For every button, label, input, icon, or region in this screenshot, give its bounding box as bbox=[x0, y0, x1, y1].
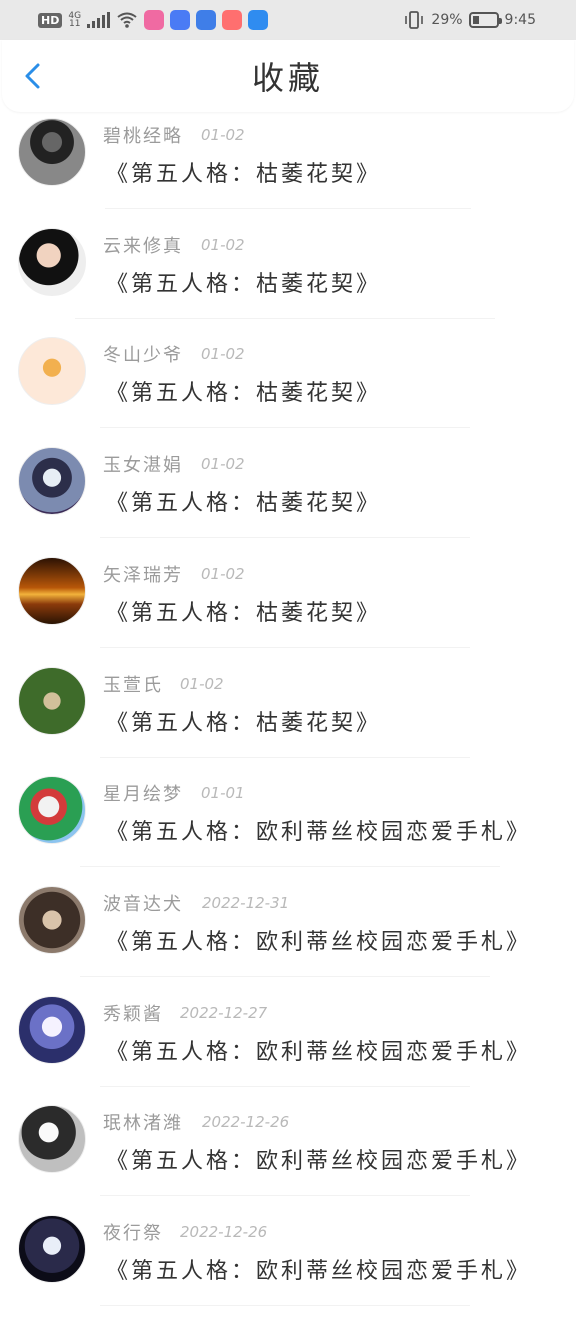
book-title[interactable]: 《第五人格：欧利蒂丝校园恋爱手札》 bbox=[106, 1034, 531, 1066]
cloud-app-icon bbox=[248, 10, 269, 30]
music-app-icon bbox=[170, 10, 191, 30]
favorite-date: 01-02 bbox=[201, 235, 245, 254]
user-name: 星月绘梦 bbox=[103, 784, 183, 806]
divider bbox=[100, 646, 470, 648]
signal-icon bbox=[87, 12, 111, 28]
avatar[interactable] bbox=[18, 337, 86, 406]
book-title[interactable]: 《第五人格：枯萎花契》 bbox=[106, 266, 381, 298]
book-title[interactable]: 《第五人格：枯萎花契》 bbox=[106, 156, 381, 188]
status-right: 29% 9:45 bbox=[403, 11, 536, 29]
back-arrow-icon[interactable] bbox=[20, 62, 48, 90]
user-name: 珉林渚潍 bbox=[103, 1113, 183, 1135]
avatar[interactable] bbox=[18, 1215, 86, 1283]
divider bbox=[100, 1195, 470, 1197]
divider bbox=[105, 208, 471, 209]
favorite-item[interactable]: 夜行祭 2022-12-26 《第五人格：欧利蒂丝校园恋爱手札》 bbox=[0, 1209, 576, 1319]
user-name: 波音达犬 bbox=[103, 893, 183, 915]
user-name: 矢泽瑞芳 bbox=[103, 564, 183, 586]
battery-icon bbox=[468, 12, 502, 28]
favorite-date: 01-02 bbox=[201, 345, 245, 364]
divider bbox=[100, 427, 470, 429]
favorite-date: 2022-12-26 bbox=[180, 1223, 268, 1241]
status-bar: HD 4G 11 29% 9:45 bbox=[0, 0, 576, 40]
status-left: HD 4G 11 bbox=[38, 10, 269, 30]
book-title[interactable]: 《第五人格：欧利蒂丝校园恋爱手札》 bbox=[106, 924, 531, 956]
favorite-date: 2022-12-31 bbox=[202, 893, 290, 912]
hd-indicator: HD bbox=[38, 12, 63, 28]
favorite-date: 2022-12-26 bbox=[202, 1113, 290, 1132]
divider bbox=[75, 317, 495, 319]
favorite-date: 01-02 bbox=[201, 564, 245, 583]
avatar[interactable] bbox=[18, 995, 86, 1064]
divider bbox=[100, 1085, 470, 1087]
avatar[interactable] bbox=[18, 227, 86, 296]
favorite-date: 01-02 bbox=[201, 126, 245, 144]
favorites-list: 碧桃经略 01-02 《第五人格：枯萎花契》 云来修真 01-02 《第五人格：枯萎花契》… bbox=[0, 112, 576, 1306]
favorite-date: 01-02 bbox=[180, 674, 224, 693]
favorite-item[interactable]: 矢泽瑞芳 01-02 《第五人格：枯萎花契》 bbox=[0, 551, 576, 661]
user-name: 玉萱氏 bbox=[103, 674, 163, 696]
favorite-item[interactable]: 冬山少爷 01-02 《第五人格：枯萎花契》 bbox=[0, 331, 576, 441]
favorite-date: 01-01 bbox=[201, 784, 245, 803]
favorite-item[interactable]: 波音达犬 2022-12-31 《第五人格：欧利蒂丝校园恋爱手札》 bbox=[0, 880, 576, 990]
avatar[interactable] bbox=[18, 776, 86, 845]
user-name: 夜行祭 bbox=[103, 1223, 163, 1244]
favorite-item[interactable]: 珉林渚潍 2022-12-26 《第五人格：欧利蒂丝校园恋爱手札》 bbox=[0, 1099, 576, 1209]
book-title[interactable]: 《第五人格：欧利蒂丝校园恋爱手札》 bbox=[106, 1143, 531, 1175]
book-title[interactable]: 《第五人格：欧利蒂丝校园恋爱手札》 bbox=[106, 1253, 531, 1285]
network-sub: 11 bbox=[68, 19, 81, 29]
header-bar: 收藏 bbox=[2, 40, 574, 112]
book-title[interactable]: 《第五人格：枯萎花契》 bbox=[106, 485, 381, 517]
favorite-item[interactable]: 秀颖酱 2022-12-27 《第五人格：欧利蒂丝校园恋爱手札》 bbox=[0, 990, 576, 1100]
avatar[interactable] bbox=[18, 666, 86, 735]
book-title[interactable]: 《第五人格：欧利蒂丝校园恋爱手札》 bbox=[106, 814, 531, 846]
clock: 9:45 bbox=[504, 12, 536, 28]
book-title[interactable]: 《第五人格：枯萎花契》 bbox=[106, 705, 381, 737]
avatar[interactable] bbox=[18, 447, 86, 516]
user-name: 玉女湛娟 bbox=[103, 455, 183, 477]
battery-percent: 29% bbox=[431, 12, 463, 28]
divider bbox=[100, 537, 470, 539]
user-name: 碧桃经略 bbox=[103, 126, 183, 147]
favorite-item[interactable]: 云来修真 01-02 《第五人格：枯萎花契》 bbox=[0, 222, 576, 332]
favorite-item[interactable]: 星月绘梦 01-01 《第五人格：欧利蒂丝校园恋爱手札》 bbox=[0, 770, 576, 880]
network-indicator: 4G 11 bbox=[68, 12, 81, 29]
colorful-app-icon bbox=[144, 10, 165, 30]
wifi-icon bbox=[117, 12, 137, 28]
book-title[interactable]: 《第五人格：枯萎花契》 bbox=[106, 375, 381, 407]
avatar[interactable] bbox=[18, 556, 86, 625]
favorite-item[interactable]: 玉萱氏 01-02 《第五人格：枯萎花契》 bbox=[0, 661, 576, 771]
divider bbox=[80, 866, 500, 868]
favorite-item[interactable]: 碧桃经略 01-02 《第五人格：枯萎花契》 bbox=[0, 112, 576, 222]
avatar[interactable] bbox=[18, 1105, 86, 1174]
vibrate-icon bbox=[405, 11, 424, 29]
avatar[interactable] bbox=[18, 118, 86, 186]
favorite-item[interactable]: 玉女湛娟 01-02 《第五人格：枯萎花契》 bbox=[0, 441, 576, 551]
avatar[interactable] bbox=[18, 885, 86, 954]
divider bbox=[100, 1305, 470, 1306]
favorite-date: 2022-12-27 bbox=[180, 1003, 268, 1022]
favorite-date: 01-02 bbox=[201, 455, 245, 474]
edu-app-icon bbox=[196, 10, 217, 30]
page-title: 收藏 bbox=[251, 59, 324, 97]
user-name: 云来修真 bbox=[103, 235, 183, 257]
user-name: 冬山少爷 bbox=[103, 345, 183, 367]
user-name: 秀颖酱 bbox=[103, 1003, 163, 1025]
red-app-icon bbox=[222, 10, 243, 30]
divider bbox=[100, 756, 470, 758]
divider bbox=[80, 975, 490, 977]
book-title[interactable]: 《第五人格：枯萎花契》 bbox=[106, 595, 381, 627]
